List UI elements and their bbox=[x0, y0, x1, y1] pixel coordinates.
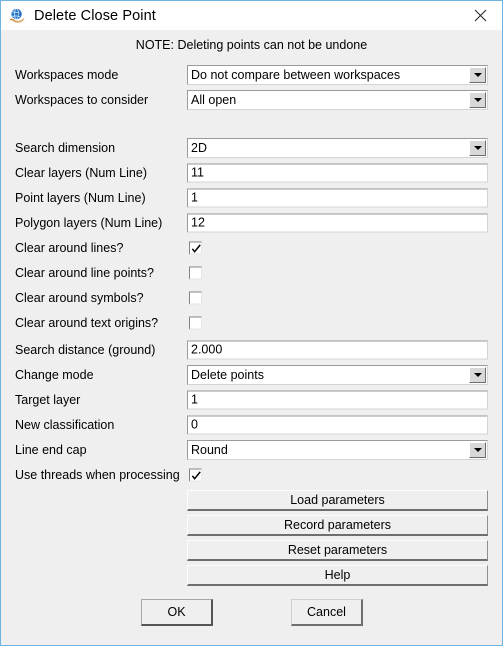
form-row-clear-layers: Clear layers (Num Line) 11 bbox=[1, 160, 502, 185]
reset-parameters-button[interactable]: Reset parameters bbox=[187, 540, 488, 561]
line-end-cap-label: Line end cap bbox=[15, 442, 87, 457]
polygon-layers-input[interactable]: 12 bbox=[187, 213, 488, 232]
title-bar: Delete Close Point bbox=[1, 1, 502, 30]
new-classification-label: New classification bbox=[15, 417, 115, 432]
form-row-clear-around-text-origins: Clear around text origins? bbox=[1, 310, 502, 335]
search-dimension-combobox[interactable]: 2D bbox=[187, 137, 488, 158]
target-layer-label: Target layer bbox=[15, 392, 81, 407]
polygon-layers-label: Polygon layers (Num Line) bbox=[15, 215, 163, 230]
clear-around-text-origins-label: Clear around text origins? bbox=[15, 315, 159, 330]
clear-around-symbols-checkbox[interactable] bbox=[189, 291, 202, 304]
record-parameters-button[interactable]: Record parameters bbox=[187, 515, 488, 536]
chevron-down-icon[interactable] bbox=[469, 66, 486, 83]
chevron-down-icon[interactable] bbox=[469, 91, 486, 108]
line-end-cap-combobox[interactable]: Round bbox=[187, 439, 488, 460]
form-row-use-threads: Use threads when processing bbox=[1, 462, 502, 487]
form-row-clear-around-symbols: Clear around symbols? bbox=[1, 285, 502, 310]
change-mode-combobox[interactable]: Delete points bbox=[187, 364, 488, 385]
search-dimension-value: 2D bbox=[191, 140, 207, 155]
target-layer-input[interactable]: 1 bbox=[187, 390, 488, 409]
help-button[interactable]: Help bbox=[187, 565, 488, 586]
form-row-clear-around-line-points: Clear around line points? bbox=[1, 260, 502, 285]
globe-in-hand-icon bbox=[8, 7, 26, 25]
chevron-down-icon[interactable] bbox=[469, 366, 486, 383]
new-classification-input[interactable]: 0 bbox=[187, 415, 488, 434]
note-text: NOTE: Deleting points can not be undone bbox=[135, 38, 368, 52]
form-row-polygon-layers: Polygon layers (Num Line) 12 bbox=[1, 210, 502, 235]
workspaces-to-consider-value: All open bbox=[191, 92, 237, 107]
form-row-target-layer: Target layer 1 bbox=[1, 387, 502, 412]
form-row-search-dimension: Search dimension 2D bbox=[1, 135, 502, 160]
ok-button[interactable]: OK bbox=[141, 599, 213, 626]
line-end-cap-value: Round bbox=[191, 442, 228, 457]
workspaces-mode-value: Do not compare between workspaces bbox=[191, 67, 401, 82]
workspaces-mode-combobox[interactable]: Do not compare between workspaces bbox=[187, 64, 488, 85]
use-threads-label: Use threads when processing bbox=[15, 467, 180, 482]
close-icon[interactable] bbox=[458, 1, 502, 30]
clear-around-line-points-label: Clear around line points? bbox=[15, 265, 154, 280]
search-dimension-label: Search dimension bbox=[15, 140, 116, 155]
form-row-line-end-cap: Line end cap Round bbox=[1, 437, 502, 462]
workspaces-to-consider-combobox[interactable]: All open bbox=[187, 89, 488, 110]
change-mode-value: Delete points bbox=[191, 367, 264, 382]
window-title: Delete Close Point bbox=[34, 7, 156, 24]
use-threads-checkbox[interactable] bbox=[189, 468, 202, 481]
clear-around-symbols-label: Clear around symbols? bbox=[15, 290, 144, 305]
clear-around-lines-checkbox[interactable] bbox=[189, 241, 202, 254]
form-row-change-mode: Change mode Delete points bbox=[1, 362, 502, 387]
cancel-button[interactable]: Cancel bbox=[291, 599, 363, 626]
form-row-clear-around-lines: Clear around lines? bbox=[1, 235, 502, 260]
clear-around-text-origins-checkbox[interactable] bbox=[189, 316, 202, 329]
delete-close-point-dialog: Delete Close Point NOTE: Deleting points… bbox=[0, 0, 503, 646]
clear-around-lines-label: Clear around lines? bbox=[15, 240, 124, 255]
form-row-workspaces-to-consider: Workspaces to consider All open bbox=[1, 87, 502, 112]
point-layers-input[interactable]: 1 bbox=[187, 188, 488, 207]
clear-layers-label: Clear layers (Num Line) bbox=[15, 165, 147, 180]
form-row-workspaces-mode: Workspaces mode Do not compare between wo… bbox=[1, 62, 502, 87]
clear-layers-input[interactable]: 11 bbox=[187, 163, 488, 182]
search-distance-label: Search distance (ground) bbox=[15, 342, 156, 357]
workspaces-mode-label: Workspaces mode bbox=[15, 67, 119, 82]
form-row-point-layers: Point layers (Num Line) 1 bbox=[1, 185, 502, 210]
chevron-down-icon[interactable] bbox=[469, 441, 486, 458]
form-row-search-distance: Search distance (ground) 2.000 bbox=[1, 337, 502, 362]
form-row-new-classification: New classification 0 bbox=[1, 412, 502, 437]
load-parameters-button[interactable]: Load parameters bbox=[187, 490, 488, 511]
chevron-down-icon[interactable] bbox=[469, 139, 486, 156]
clear-around-line-points-checkbox[interactable] bbox=[189, 266, 202, 279]
change-mode-label: Change mode bbox=[15, 367, 94, 382]
search-distance-input[interactable]: 2.000 bbox=[187, 340, 488, 359]
workspaces-to-consider-label: Workspaces to consider bbox=[15, 92, 149, 107]
point-layers-label: Point layers (Num Line) bbox=[15, 190, 146, 205]
